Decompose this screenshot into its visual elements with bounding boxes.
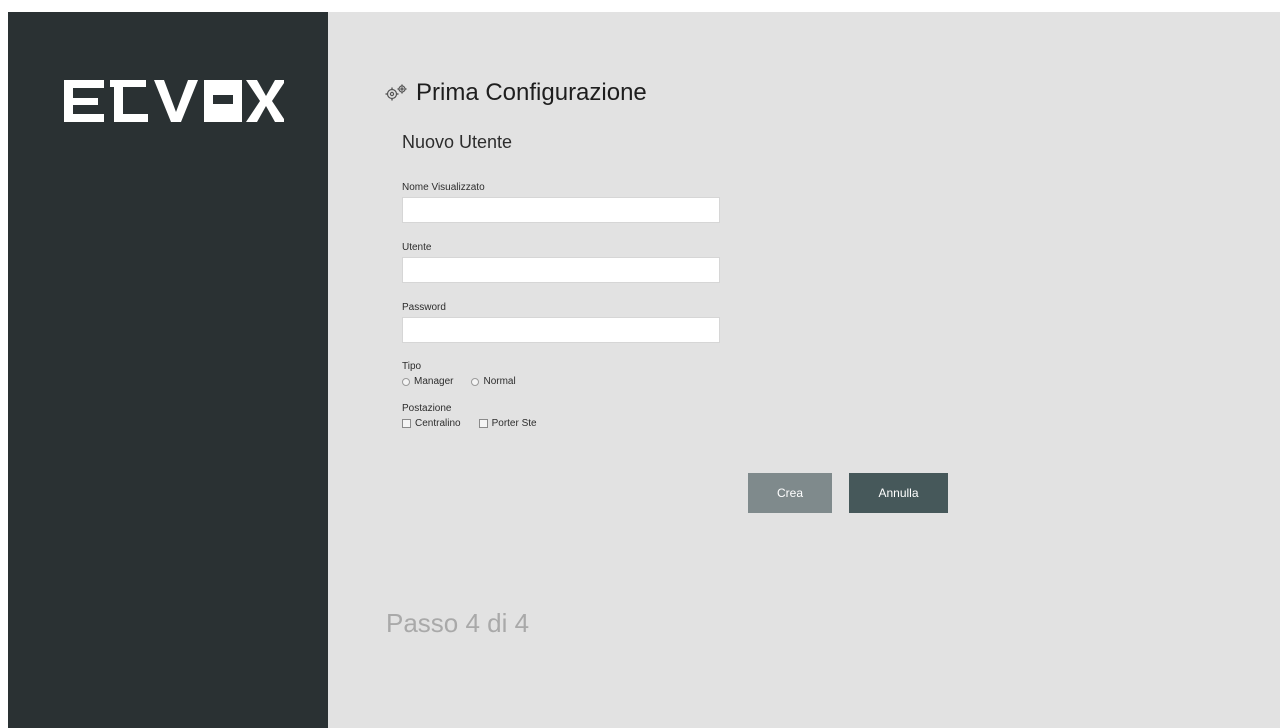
type-option-manager[interactable]: Manager bbox=[402, 376, 453, 387]
radio-manager[interactable] bbox=[402, 377, 410, 386]
checkbox-centralino[interactable] bbox=[402, 419, 411, 428]
station-checkbox-group: Centralino Porter Ste bbox=[402, 418, 555, 429]
page-title: Prima Configurazione bbox=[416, 79, 647, 106]
display-name-label: Nome Visualizzato bbox=[402, 182, 485, 193]
sidebar bbox=[8, 12, 328, 728]
password-label: Password bbox=[402, 302, 446, 313]
station-label: Postazione bbox=[402, 403, 452, 414]
app-window: Prima Configurazione Nuovo Utente Nome V… bbox=[0, 0, 1280, 728]
station-option-centralino-label: Centralino bbox=[415, 418, 461, 429]
checkbox-porter-ste[interactable] bbox=[478, 419, 488, 428]
radio-normal[interactable] bbox=[471, 377, 480, 386]
type-radio-group: Manager Normal bbox=[402, 376, 534, 387]
section-title: Nuovo Utente bbox=[402, 132, 513, 152]
type-option-normal[interactable]: Normal bbox=[471, 376, 516, 387]
station-option-porter-ste[interactable]: Porter Ste bbox=[478, 418, 537, 429]
station-option-porter-ste-label: Porter Ste bbox=[491, 418, 537, 429]
type-label: Tipo bbox=[402, 361, 422, 372]
cancel-button[interactable]: Annulla bbox=[849, 473, 948, 513]
main-content: Prima Configurazione Nuovo Utente Nome V… bbox=[328, 12, 1280, 728]
step-indicator: Passo 4 di 4 bbox=[386, 608, 530, 638]
elvox-logo bbox=[64, 80, 284, 122]
header: Prima Configurazione bbox=[384, 76, 647, 110]
create-button[interactable]: Crea bbox=[748, 473, 832, 513]
password-input[interactable] bbox=[402, 317, 720, 343]
type-option-normal-label: Normal bbox=[483, 376, 516, 387]
username-label: Utente bbox=[402, 242, 432, 253]
username-input[interactable] bbox=[402, 257, 720, 283]
station-option-centralino[interactable]: Centralino bbox=[402, 418, 461, 429]
display-name-input[interactable] bbox=[402, 197, 720, 223]
type-option-manager-label: Manager bbox=[414, 376, 454, 387]
gears-icon bbox=[385, 84, 407, 101]
